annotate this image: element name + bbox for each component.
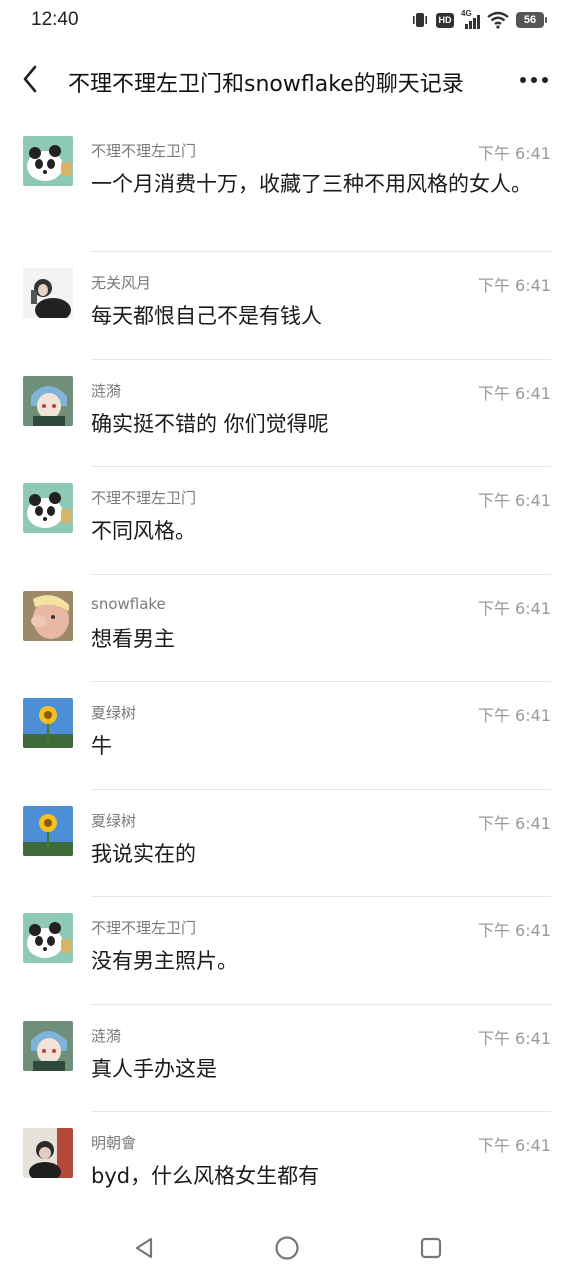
sender-name: 夏绿树 xyxy=(91,704,137,722)
message-list: 不理不理左卫门 下午 6:41 一个月消费十万，收藏了三种不用风格的女人。 无关… xyxy=(0,120,574,1220)
back-button[interactable] xyxy=(16,62,44,96)
sender-name: 不理不理左卫门 xyxy=(91,489,197,507)
list-item[interactable]: 涟漪 下午 6:41 真人手办这是 xyxy=(0,1005,574,1112)
list-item[interactable]: 明朝會 下午 6:41 byd，什么风格女生都有 xyxy=(0,1112,574,1220)
message-text: 真人手办这是 xyxy=(91,1056,217,1081)
wifi-icon xyxy=(487,11,509,29)
message-time: 下午 6:41 xyxy=(477,276,551,295)
page-title: 不理不理左卫门和snowflake的聊天记录 xyxy=(68,72,464,97)
nav-back-button[interactable] xyxy=(130,1234,158,1262)
title-bar: 不理不理左卫门和snowflake的聊天记录 xyxy=(0,52,574,108)
anime-avatar[interactable] xyxy=(23,1020,73,1071)
list-item[interactable]: 夏绿树 下午 6:41 我说实在的 xyxy=(0,790,574,897)
sender-name: 无关风月 xyxy=(91,274,152,292)
message-time: 下午 6:41 xyxy=(477,1028,551,1048)
battery-icon: 56 xyxy=(516,12,547,28)
message-text: 每天都恨自己不是有钱人 xyxy=(91,304,322,328)
sunflower-avatar[interactable] xyxy=(23,805,73,856)
message-text: 不同风格。 xyxy=(91,519,196,543)
list-item[interactable]: 无关风月 下午 6:41 每天都恨自己不是有钱人 xyxy=(0,252,574,360)
sender-name: 不理不理左卫门 xyxy=(91,142,197,160)
message-time: 下午 6:41 xyxy=(477,598,551,618)
system-nav-bar xyxy=(0,1216,574,1280)
panda-avatar[interactable] xyxy=(23,913,73,963)
sender-name: 涟漪 xyxy=(91,1026,122,1045)
nav-home-button[interactable] xyxy=(273,1234,301,1262)
person2-avatar[interactable] xyxy=(23,1128,73,1178)
panda-avatar[interactable] xyxy=(23,136,73,186)
message-time: 下午 6:41 xyxy=(477,491,551,510)
list-item[interactable]: 不理不理左卫门 下午 6:41 不同风格。 xyxy=(0,467,574,575)
message-time: 下午 6:41 xyxy=(477,1136,551,1155)
message-time: 下午 6:41 xyxy=(477,706,551,725)
message-text: 确实挺不错的 你们觉得呢 xyxy=(91,411,329,436)
nav-back-icon xyxy=(135,1237,153,1259)
message-text: 想看男主 xyxy=(91,626,175,651)
status-time: 12:40 xyxy=(31,9,79,30)
message-text: 牛 xyxy=(91,734,112,758)
sender-name: 夏绿树 xyxy=(91,811,137,830)
person-avatar[interactable] xyxy=(23,268,73,318)
sunflower-avatar[interactable] xyxy=(23,698,73,748)
signal-4g-icon: 4G xyxy=(461,9,480,29)
status-icons: HD 4G 56 xyxy=(411,9,547,29)
nav-recents-button[interactable] xyxy=(417,1234,445,1262)
status-bar: 12:40 HD 4G 56 xyxy=(0,0,574,44)
message-text: 一个月消费十万，收藏了三种不用风格的女人。 xyxy=(91,172,532,196)
message-time: 下午 6:41 xyxy=(477,144,551,163)
vibrate-icon xyxy=(413,13,427,27)
sender-name: 明朝會 xyxy=(91,1134,137,1152)
message-text: byd，什么风格女生都有 xyxy=(91,1164,320,1188)
sender-name: 不理不理左卫门 xyxy=(91,919,197,937)
more-dots-icon xyxy=(520,77,548,83)
nav-home-icon xyxy=(275,1236,299,1260)
message-time: 下午 6:41 xyxy=(477,383,551,403)
nav-recents-icon xyxy=(420,1237,442,1259)
message-time: 下午 6:41 xyxy=(477,813,551,833)
message-text: 我说实在的 xyxy=(91,841,196,866)
hd-icon: HD xyxy=(436,12,454,28)
message-text: 没有男主照片。 xyxy=(91,949,238,973)
sender-name: 涟漪 xyxy=(91,381,122,400)
list-item[interactable]: snowflake 下午 6:41 想看男主 xyxy=(0,575,574,682)
network-label: 4G xyxy=(461,9,472,18)
more-button[interactable] xyxy=(518,64,550,96)
list-item[interactable]: 不理不理左卫门 下午 6:41 一个月消费十万，收藏了三种不用风格的女人。 xyxy=(0,120,574,252)
sender-name: snowflake xyxy=(91,594,166,613)
message-time: 下午 6:41 xyxy=(477,921,551,940)
list-item[interactable]: 夏绿树 下午 6:41 牛 xyxy=(0,682,574,790)
list-item[interactable]: 涟漪 下午 6:41 确实挺不错的 你们觉得呢 xyxy=(0,360,574,467)
cartoon-avatar[interactable] xyxy=(23,590,73,641)
list-item[interactable]: 不理不理左卫门 下午 6:41 没有男主照片。 xyxy=(0,897,574,1005)
panda-avatar[interactable] xyxy=(23,483,73,533)
back-chevron-icon xyxy=(23,65,37,93)
anime-avatar[interactable] xyxy=(23,375,73,426)
